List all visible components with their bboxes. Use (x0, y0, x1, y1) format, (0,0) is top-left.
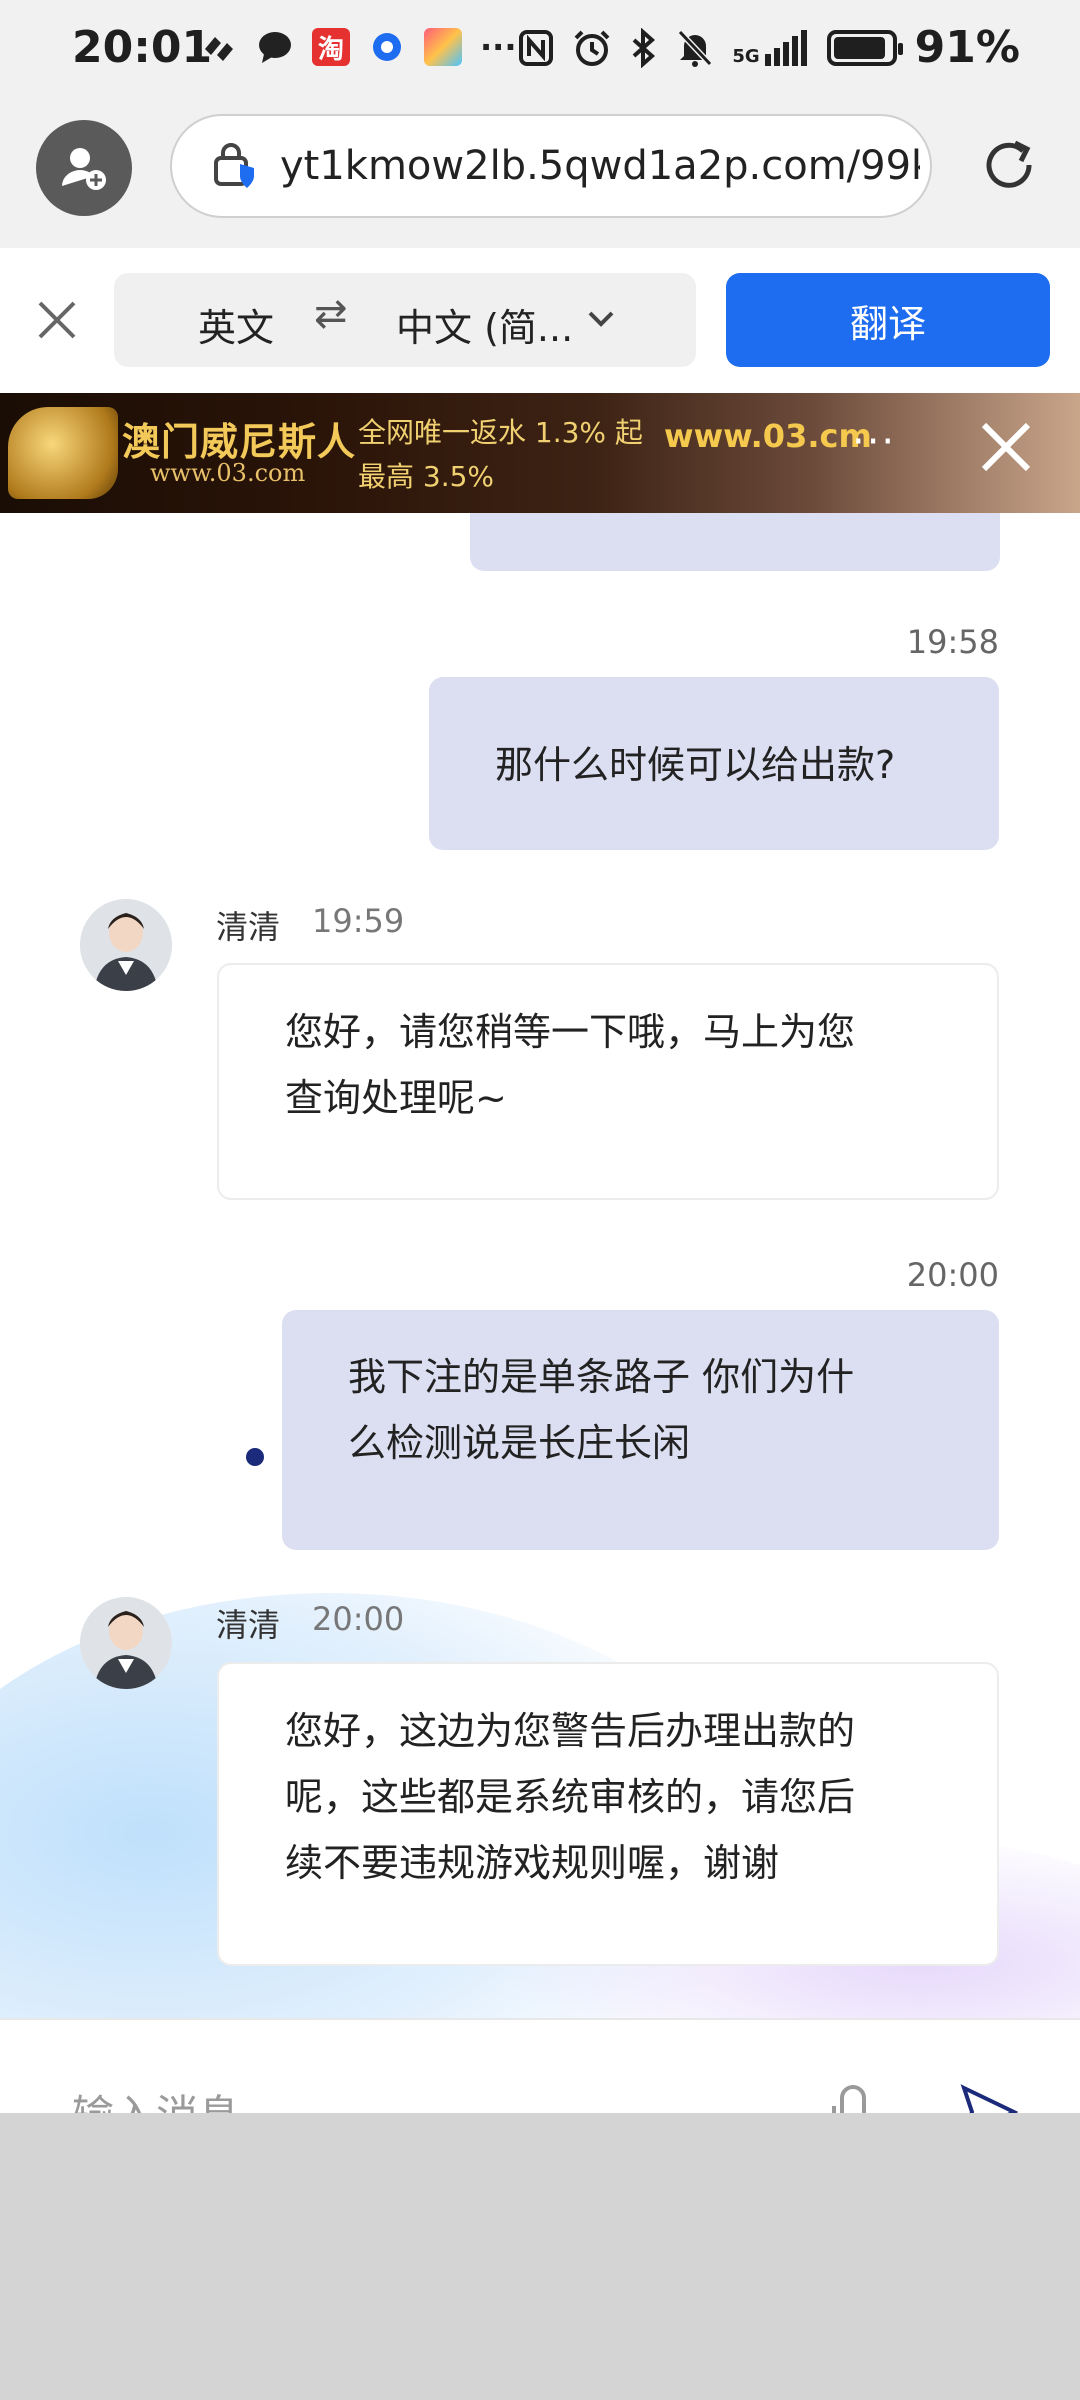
taobao-icon: 淘 (312, 28, 350, 66)
message-input[interactable]: 输入消息 (72, 2082, 240, 2115)
user-message-bubble: 那什么时候可以给出款? (429, 677, 999, 850)
message-time: 20:00 (906, 1256, 999, 1294)
ad-brand: 澳门威尼斯人 (122, 420, 357, 464)
language-selector[interactable]: 英文 ⇄ 中文 (简... (114, 273, 696, 367)
message-time: 20:00 (312, 1600, 405, 1638)
message-line: 续不要违规游戏规则喔，谢谢 (285, 1841, 780, 1885)
attachment-icon[interactable] (830, 2084, 876, 2115)
add-user-icon (62, 148, 106, 190)
battery-percent: 91% (914, 22, 1020, 73)
message-line: 您好，这边为您警告后办理出款的 (285, 1709, 856, 1753)
bluetooth-icon (633, 27, 656, 68)
status-bar: 20:01 淘 ··· 5G 91% (0, 0, 1080, 100)
profile-button[interactable] (36, 120, 132, 216)
5g-signal-icon: 5G (732, 29, 808, 66)
ad-close-icon[interactable] (978, 419, 1034, 475)
address-bar[interactable]: yt1kmow2lb.5qwd1a2p.com/99k (170, 114, 932, 218)
keyboard-placeholder (0, 2113, 1080, 2400)
message-time: 19:59 (312, 902, 405, 940)
ad-more-icon[interactable]: ··· (852, 419, 896, 465)
message-time: 19:58 (906, 623, 999, 661)
agent-name: 清清 (216, 908, 281, 946)
notification-icons: 淘 ··· (200, 28, 516, 66)
mute-icon (678, 29, 713, 67)
message-line: 呢，这些都是系统审核的，请您后 (285, 1775, 856, 1819)
battery-fill (833, 36, 885, 59)
circle-app-icon (368, 28, 406, 66)
swap-languages-icon[interactable]: ⇄ (314, 291, 348, 337)
agent-message-bubble: 您好，请您稍等一下哦，马上为您 查询处理呢~ (217, 963, 999, 1200)
battery-icon (826, 29, 903, 66)
lion-logo-icon (8, 407, 118, 499)
alarm-icon (574, 30, 610, 66)
system-status: 5G 91% (518, 22, 1020, 73)
agent-avatar (80, 899, 172, 991)
translate-close-button[interactable] (30, 293, 84, 347)
ad-promo-line2: 最高 3.5% (358, 460, 495, 493)
status-time: 20:01 (72, 22, 213, 73)
ad-promo-line1: 全网唯一返水 1.3% 起 (358, 416, 643, 449)
agent-avatar (80, 1597, 172, 1689)
message-line: 查询处理呢~ (285, 1076, 507, 1120)
chat-area[interactable]: 19:58 那什么时候可以给出款? 清清 19:59 您好，请您稍等一下哦，马上… (0, 513, 1080, 2018)
ad-banner[interactable]: 澳门威尼斯人 www.03.com 全网唯一返水 1.3% 起 最高 3.5% … (0, 393, 1080, 513)
close-icon (38, 301, 76, 339)
more-dots-icon: ··· (480, 28, 517, 66)
agent-message-bubble: 您好，这边为您警告后办理出款的 呢，这些都是系统审核的，请您后 续不要违规游戏规… (217, 1662, 999, 1966)
ad-url: www.03.cm (664, 417, 872, 455)
chat-bubble-icon (256, 28, 294, 66)
reload-button[interactable] (974, 130, 1044, 200)
nfc-icon (519, 29, 554, 66)
chevron-down-icon (588, 311, 614, 327)
unread-indicator (246, 1448, 264, 1466)
url-text: yt1kmow2lb.5qwd1a2p.com/99k (280, 143, 920, 189)
translate-bar: 英文 ⇄ 中文 (简... 翻译 (0, 248, 1080, 393)
message-composer: 输入消息 (0, 2018, 1080, 2115)
message-line: 您好，请您稍等一下哦，马上为您 (285, 1010, 856, 1054)
site-security-icon (210, 142, 258, 190)
agent-name: 清清 (216, 1606, 281, 1644)
message-line: 我下注的是单条路子 你们为什 (348, 1355, 855, 1399)
reload-icon (986, 140, 1032, 188)
previous-message-bubble (470, 513, 1000, 571)
send-icon[interactable] (958, 2082, 1018, 2115)
translate-button[interactable]: 翻译 (726, 273, 1050, 367)
target-language[interactable]: 中文 (简... (396, 297, 573, 352)
browser-toolbar: yt1kmow2lb.5qwd1a2p.com/99k (0, 100, 1080, 248)
ad-brand-url: www.03.com (150, 459, 306, 487)
message-line: 么检测说是长庄长闲 (348, 1421, 691, 1465)
wifi-call-icon (200, 28, 238, 66)
user-message-bubble: 我下注的是单条路子 你们为什 么检测说是长庄长闲 (282, 1310, 999, 1550)
color-app-icon (424, 28, 462, 66)
source-language[interactable]: 英文 (198, 297, 274, 352)
message-line: 那什么时候可以给出款? (495, 743, 896, 787)
